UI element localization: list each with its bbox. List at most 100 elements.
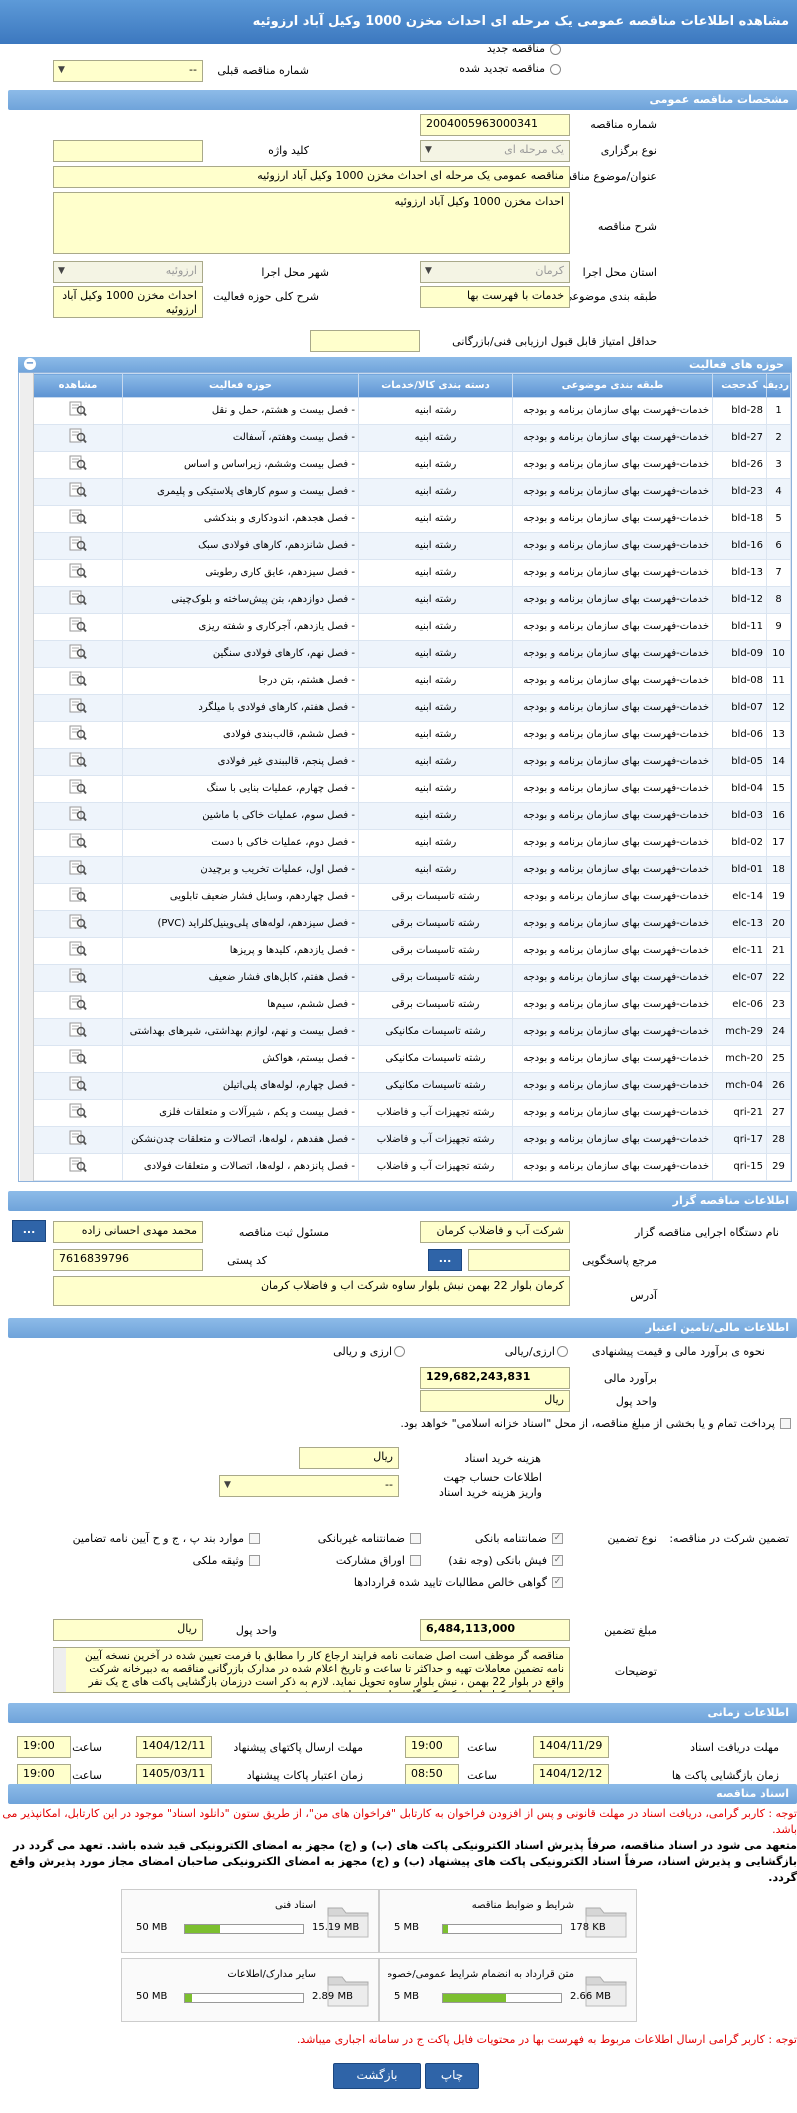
- table-row: 29 qri-15 خدمات-فهرست بهای سازمان برنامه و…: [33, 1153, 791, 1181]
- notes-field[interactable]: مناقصه گر موظف است اصل ضمانت نامه فرایند…: [53, 1647, 570, 1693]
- table-row: 12 bld-07 خدمات-فهرست بهای سازمان برنامه و…: [33, 694, 791, 722]
- prev-number-label: شماره مناقصه قبلی: [217, 64, 309, 77]
- cell-category: خدمات-فهرست بهای سازمان برنامه و بودجه: [512, 397, 713, 425]
- magnifier-icon[interactable]: [69, 887, 87, 903]
- cell-view: [33, 802, 123, 830]
- g-bonds-checkbox[interactable]: [410, 1555, 421, 1566]
- radio-rial-fx[interactable]: [557, 1346, 568, 1357]
- magnifier-icon[interactable]: [69, 806, 87, 822]
- cell-view: [33, 505, 123, 533]
- magnifier-icon[interactable]: [69, 941, 87, 957]
- magnifier-icon[interactable]: [69, 509, 87, 525]
- type-select[interactable]: ▼ یک مرحله ای: [420, 140, 570, 162]
- magnifier-icon[interactable]: [69, 995, 87, 1011]
- guarantee-kind-label: نوع تضمین: [607, 1532, 657, 1545]
- cell-view: [33, 613, 123, 641]
- file-name: متن قرارداد به انضمام شرایط عمومی/خصوصی: [388, 1969, 574, 1980]
- cell-code: bld-28: [712, 397, 767, 425]
- collapse-icon[interactable]: −: [24, 358, 36, 370]
- magnifier-icon[interactable]: [69, 860, 87, 876]
- cell-code: mch-04: [712, 1072, 767, 1100]
- magnifier-icon[interactable]: [69, 428, 87, 444]
- cell-code: bld-13: [712, 559, 767, 587]
- magnifier-icon[interactable]: [69, 725, 87, 741]
- cell-field: - فصل بیست و یکم ، شیرآلات و متعلقات فلز…: [122, 1099, 359, 1127]
- cell-index: 10: [766, 640, 791, 668]
- magnifier-icon[interactable]: [69, 914, 87, 930]
- cell-index: 15: [766, 775, 791, 803]
- time-label: ساعت: [467, 1769, 497, 1782]
- cell-view: [33, 721, 123, 749]
- g-receipt-checkbox[interactable]: ✓: [552, 1555, 563, 1566]
- table-row: 28 qri-17 خدمات-فهرست بهای سازمان برنامه و…: [33, 1126, 791, 1154]
- file-card[interactable]: سایر مدارک/اطلاعات 50 MB 2.89 MB: [121, 1958, 379, 2022]
- magnifier-icon[interactable]: [69, 833, 87, 849]
- prev-number-select[interactable]: ▼ --: [53, 60, 203, 82]
- address-label: آدرس: [630, 1289, 657, 1302]
- radio-new-tender[interactable]: [550, 44, 561, 55]
- magnifier-icon[interactable]: [69, 1076, 87, 1092]
- magnifier-icon[interactable]: [69, 1049, 87, 1065]
- magnifier-icon[interactable]: [69, 698, 87, 714]
- cell-category: خدمات-فهرست بهای سازمان برنامه و بودجه: [512, 505, 713, 533]
- magnifier-icon[interactable]: [69, 644, 87, 660]
- number-label: شماره مناقصه: [590, 118, 657, 131]
- file-card[interactable]: اسناد فنی 50 MB 15.19 MB: [121, 1889, 379, 1953]
- vertical-scrollbar[interactable]: [20, 373, 34, 1181]
- g-nonbank-checkbox[interactable]: [410, 1533, 421, 1544]
- magnifier-icon[interactable]: [69, 563, 87, 579]
- magnifier-icon[interactable]: [69, 1103, 87, 1119]
- cell-code: qri-21: [712, 1099, 767, 1127]
- account-select[interactable]: ▼ --: [219, 1475, 399, 1497]
- cell-index: 7: [766, 559, 791, 587]
- g-property-checkbox[interactable]: [249, 1555, 260, 1566]
- account-label: اطلاعات حساب جهت واریز هزینه خرید اسناد: [439, 1471, 542, 1499]
- keyword-field[interactable]: [53, 140, 203, 162]
- radio-fx-and-rial[interactable]: [394, 1346, 405, 1357]
- cell-field: - فصل بیست و نهم، لوازم بهداشتی، شیرهای …: [122, 1018, 359, 1046]
- ref-details-button[interactable]: ...: [428, 1249, 462, 1271]
- notes-scrollbar[interactable]: [53, 1648, 66, 1692]
- print-button[interactable]: چاپ: [425, 2063, 479, 2089]
- treasury-checkbox[interactable]: [780, 1418, 791, 1429]
- cell-category: خدمات-فهرست بهای سازمان برنامه و بودجه: [512, 1072, 713, 1100]
- file-progress-fill: [443, 1925, 448, 1933]
- magnifier-icon[interactable]: [69, 401, 87, 417]
- opening-date: 1404/12/12: [533, 1764, 609, 1786]
- file-max-size: 50 MB: [136, 1991, 168, 2002]
- file-card[interactable]: متن قرارداد به انضمام شرایط عمومی/خصوصی 5…: [379, 1958, 637, 2022]
- magnifier-icon[interactable]: [69, 455, 87, 471]
- magnifier-icon[interactable]: [69, 752, 87, 768]
- magnifier-icon[interactable]: [69, 617, 87, 633]
- magnifier-icon[interactable]: [69, 482, 87, 498]
- cell-group: رشته ابنیه: [358, 586, 513, 614]
- g-claims-checkbox[interactable]: ✓: [552, 1577, 563, 1588]
- cell-code: bld-09: [712, 640, 767, 668]
- subject-field: مناقصه عمومی یک مرحله ای احداث مخزن 1000…: [53, 166, 570, 188]
- cell-view: [33, 910, 123, 938]
- g-bank-checkbox[interactable]: ✓: [552, 1533, 563, 1544]
- cell-code: bld-02: [712, 829, 767, 857]
- magnifier-icon[interactable]: [69, 1157, 87, 1173]
- magnifier-icon[interactable]: [69, 1130, 87, 1146]
- cell-group: رشته ابنیه: [358, 694, 513, 722]
- magnifier-icon[interactable]: [69, 1022, 87, 1038]
- file-card[interactable]: شرایط و ضوابط مناقصه 5 MB 178 KB: [379, 1889, 637, 1953]
- province-select[interactable]: ▼ کرمان: [420, 261, 570, 283]
- table-header-row: ردیف کدحجت طبقه بندی موضوعی دسته بندی کا…: [33, 373, 791, 398]
- radio-renewed-tender[interactable]: [550, 64, 561, 75]
- magnifier-icon[interactable]: [69, 590, 87, 606]
- back-button[interactable]: بازگشت: [333, 2063, 421, 2089]
- magnifier-icon[interactable]: [69, 968, 87, 984]
- cell-code: bld-04: [712, 775, 767, 803]
- magnifier-icon[interactable]: [69, 671, 87, 687]
- folder-icon: [324, 1965, 372, 2013]
- resp-details-button[interactable]: ...: [12, 1220, 46, 1242]
- city-select[interactable]: ▼ ارزوئیه: [53, 261, 203, 283]
- activities-table-container[interactable]: ردیف کدحجت طبقه بندی موضوعی دسته بندی کا…: [18, 372, 792, 1182]
- magnifier-icon[interactable]: [69, 779, 87, 795]
- g-bank-label: ضمانتنامه بانکی: [474, 1532, 547, 1545]
- cell-group: رشته تاسیسات برقی: [358, 937, 513, 965]
- g-other-checkbox[interactable]: [249, 1533, 260, 1544]
- magnifier-icon[interactable]: [69, 536, 87, 552]
